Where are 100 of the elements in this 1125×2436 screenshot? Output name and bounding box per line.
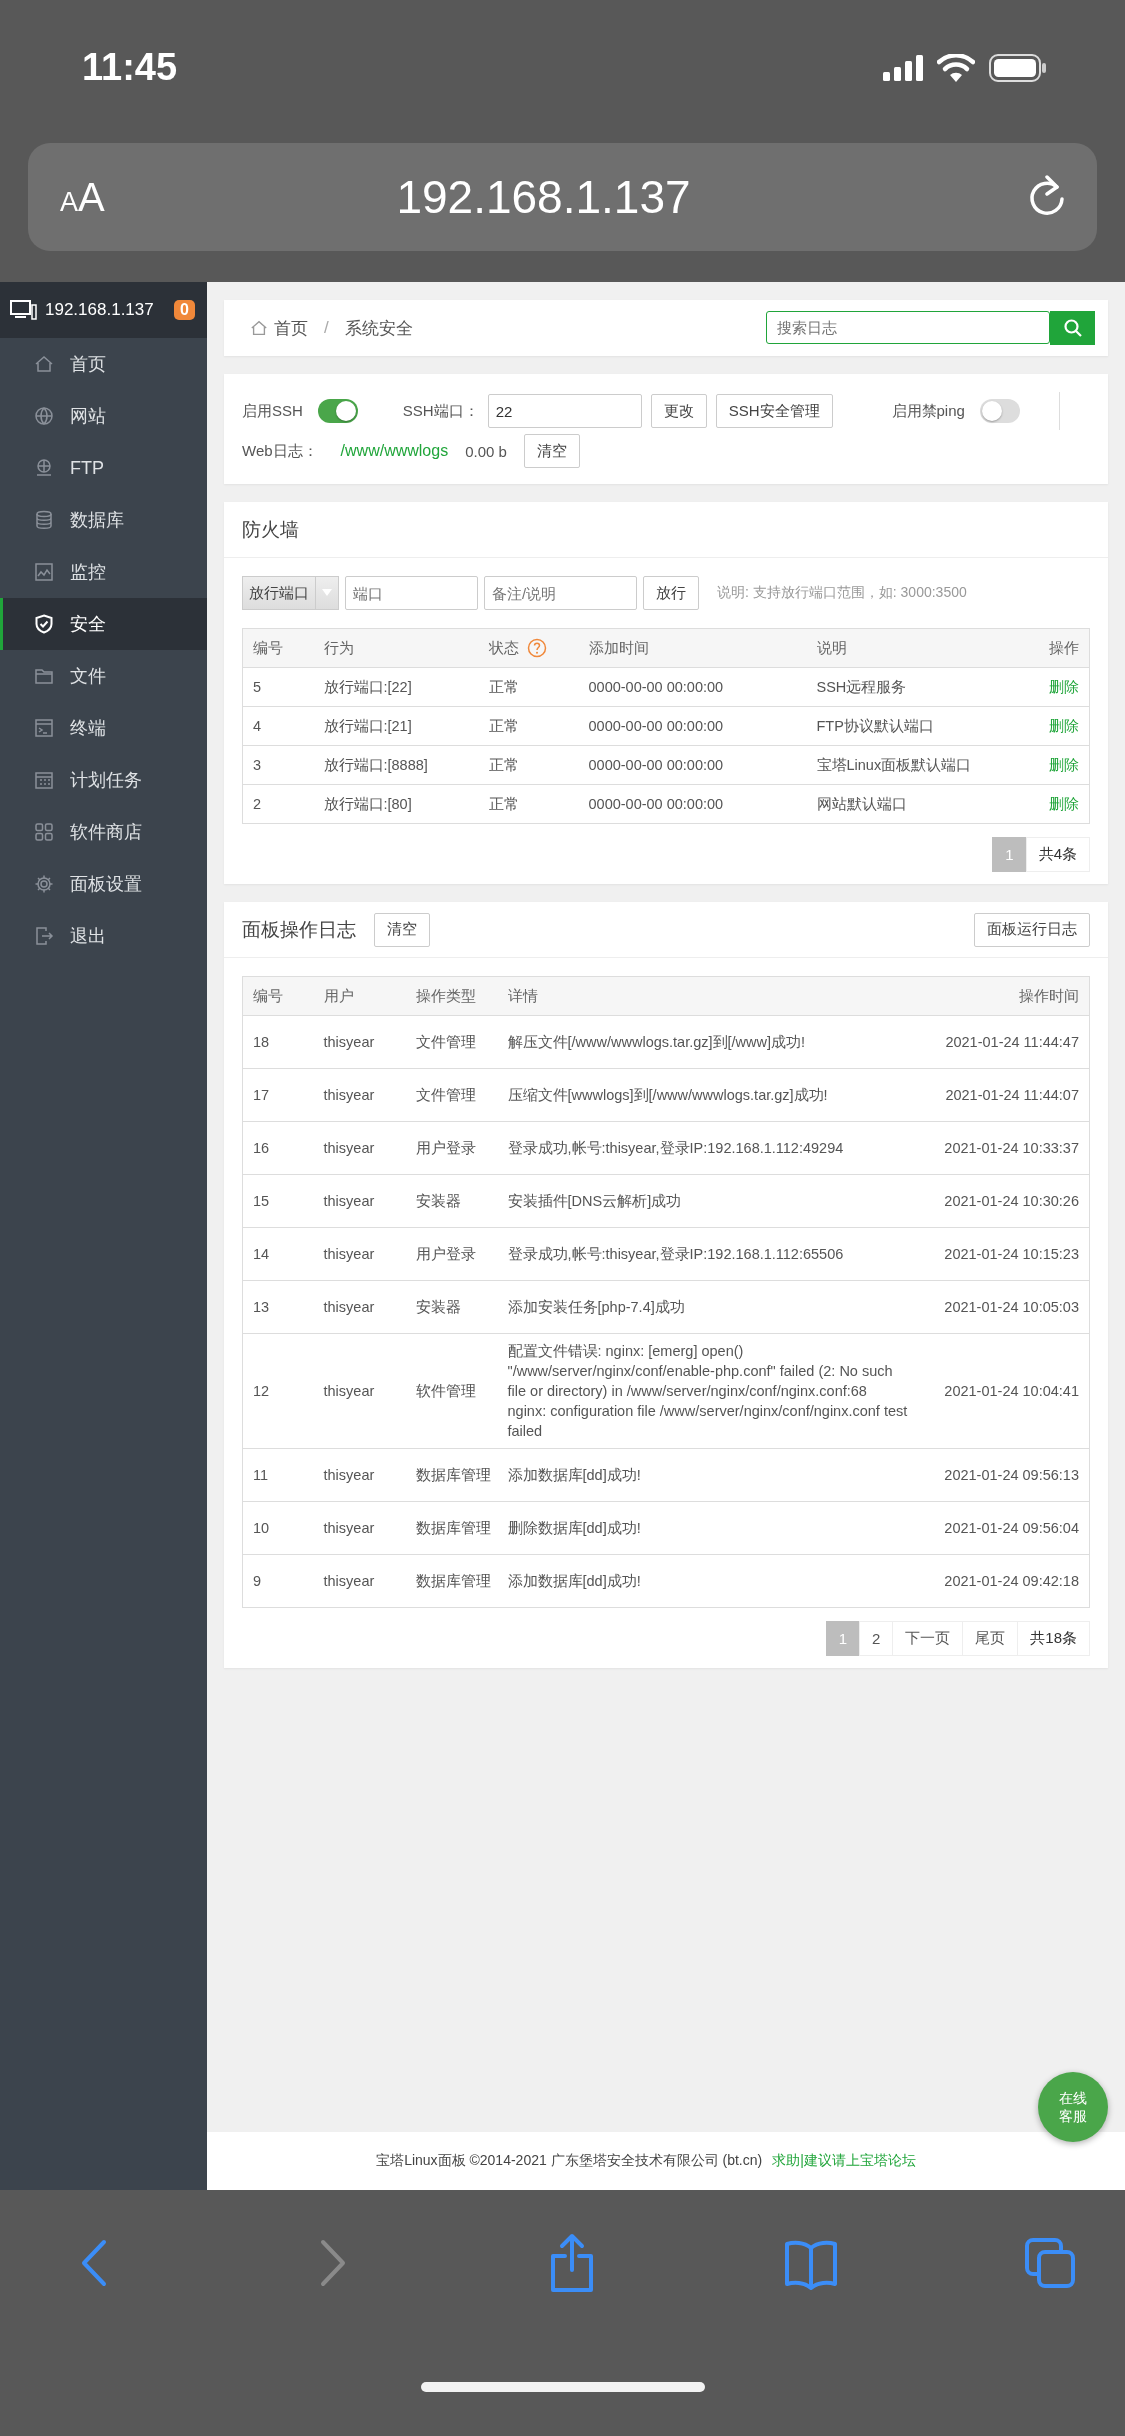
sidebar-item[interactable]: 面板设置	[0, 858, 207, 910]
status-time: 11:45	[82, 46, 178, 89]
port-button[interactable]: SSH安全管理	[715, 394, 833, 428]
weblog-label: Web日志：	[242, 441, 318, 461]
page-button[interactable]: 尾页	[962, 1621, 1019, 1656]
table-cell: 放行端口:[8888]	[323, 757, 428, 773]
help-icon[interactable]	[526, 638, 547, 658]
table-cell: 2021-01-24 10:30:26	[944, 1193, 1079, 1209]
allow-button[interactable]: 放行	[643, 576, 699, 610]
table-cell: 网站默认端口	[816, 796, 907, 812]
table-cell: thisyear	[323, 1246, 375, 1262]
ssh-port-field[interactable]: 22	[487, 394, 642, 428]
table-cell: 正常	[488, 679, 519, 695]
clear-button[interactable]: 清空	[374, 912, 430, 947]
address-bar[interactable]: AA 192.168.1.137	[28, 143, 1097, 251]
sidebar-item[interactable]: 计划任务	[0, 754, 207, 806]
ssh-port-label: SSH端口：	[402, 401, 479, 421]
table-cell: 4	[253, 718, 262, 734]
table-cell: 添加数据库[dd]成功!	[507, 1573, 641, 1589]
table-cell: 用户登录	[415, 1140, 476, 1156]
clear-button[interactable]: 清空	[523, 434, 580, 468]
wifi-icon	[937, 53, 975, 82]
page-button[interactable]: 下一页	[892, 1621, 964, 1656]
table-cell: thisyear	[323, 1140, 375, 1156]
sidebar-item[interactable]: 文件	[0, 650, 207, 702]
table-cell: 文件管理	[415, 1034, 476, 1050]
table-cell: 登录成功,帐号:thisyear,登录IP:192.168.1.112:49294	[507, 1140, 844, 1156]
ping-toggle[interactable]	[979, 399, 1020, 423]
database-icon	[34, 510, 54, 530]
ping-label: 启用禁ping	[891, 401, 965, 421]
search-button[interactable]	[1050, 311, 1095, 345]
text-size-button[interactable]: AA	[60, 174, 180, 220]
globe-icon	[34, 406, 54, 426]
port-button[interactable]: 更改	[650, 394, 707, 428]
column-header: 编号	[253, 987, 283, 1004]
table-cell: 0000-00-00 00:00:00	[588, 679, 724, 695]
table-cell: 删除数据库[dd]成功!	[507, 1520, 641, 1536]
folder-icon	[34, 666, 54, 686]
table-cell: 解压文件[/www/wwwlogs.tar.gz]到[/www]成功!	[507, 1034, 806, 1050]
rule-type-select[interactable]: 放行端口	[242, 576, 339, 610]
breadcrumb-item[interactable]: 系统安全	[344, 316, 413, 340]
home-icon	[250, 319, 268, 337]
table-cell: 正常	[488, 757, 519, 773]
table-cell: thisyear	[323, 1299, 375, 1315]
search-icon	[1062, 318, 1083, 338]
run-log-button[interactable]: 面板运行日志	[974, 912, 1090, 947]
table-cell: 3	[253, 757, 262, 773]
grid-icon	[34, 822, 54, 842]
total-count: 共4条	[1025, 837, 1090, 872]
table-cell: 2021-01-24 09:56:04	[944, 1520, 1079, 1536]
table-cell: 2021-01-24 11:44:47	[945, 1034, 1079, 1050]
sidebar-item[interactable]: 首页	[0, 338, 207, 390]
sidebar-item[interactable]: 安全	[0, 598, 207, 650]
ssh-toggle[interactable]	[317, 399, 358, 423]
sidebar-item[interactable]: 网站	[0, 390, 207, 442]
sidebar-item[interactable]: 软件商店	[0, 806, 207, 858]
table-cell: 2021-01-24 09:56:13	[944, 1467, 1079, 1483]
signal-icon	[883, 54, 923, 81]
table-cell: 2021-01-24 10:04:41	[944, 1383, 1079, 1399]
calendar-icon	[34, 770, 54, 790]
table-cell: 14	[253, 1246, 270, 1262]
weblog-size: 0.00 b	[465, 442, 507, 460]
sidebar-item[interactable]: 监控	[0, 546, 207, 598]
breadcrumb-separator: /	[324, 318, 329, 338]
table-cell: 登录成功,帐号:thisyear,登录IP:192.168.1.112:65506	[507, 1246, 844, 1262]
column-header: 操作类型	[415, 987, 476, 1004]
ftp-icon	[34, 458, 54, 478]
copyright-text: 宝塔Linux面板 ©2014-2021 广东堡塔安全技术有限公司 (bt.cn)	[376, 2152, 763, 2170]
table-cell: 18	[253, 1034, 270, 1050]
column-header: 说明	[816, 638, 847, 658]
table-cell: 添加安装任务[php-7.4]成功	[507, 1299, 685, 1315]
page-button[interactable]: 2	[858, 1621, 894, 1656]
table-cell: 放行端口:[21]	[323, 718, 412, 734]
column-header: 操作时间	[1019, 987, 1079, 1004]
table-cell: 0000-00-00 00:00:00	[588, 718, 724, 734]
table-cell: 11	[253, 1467, 269, 1483]
port-field[interactable]: 端口	[345, 576, 478, 610]
table-cell: 15	[253, 1193, 270, 1209]
table-cell: 2021-01-24 10:05:03	[944, 1299, 1079, 1315]
caret-icon	[322, 589, 332, 597]
table-cell: 数据库管理	[415, 1467, 491, 1483]
table-cell: 压缩文件[wwwlogs]到[/www/wwwlogs.tar.gz]成功!	[507, 1087, 828, 1103]
table-cell: 数据库管理	[415, 1573, 491, 1589]
sidebar-item[interactable]: 数据库	[0, 494, 207, 546]
table-cell: 用户登录	[415, 1246, 476, 1262]
ssh-label: 启用SSH	[242, 401, 303, 421]
sidebar-item[interactable]: 退出	[0, 910, 207, 962]
sidebar-item[interactable]: 终端	[0, 702, 207, 754]
table-cell: 安装器	[415, 1193, 461, 1209]
search-field[interactable]: 搜索日志	[766, 311, 1050, 344]
table-cell: 2021-01-24 09:42:18	[944, 1573, 1079, 1589]
breadcrumb-item[interactable]: 首页	[274, 316, 308, 340]
gear-icon	[34, 874, 54, 894]
table-cell: 放行端口:[22]	[323, 679, 412, 695]
table-cell: thisyear	[323, 1520, 375, 1536]
sidebar-item[interactable]: FTP	[0, 442, 207, 494]
server-host: 192.168.1.137	[45, 300, 155, 320]
table-cell: 2021-01-24 10:33:37	[944, 1140, 1079, 1156]
note-field[interactable]: 备注/说明	[484, 576, 637, 610]
battery-icon	[989, 53, 1047, 82]
